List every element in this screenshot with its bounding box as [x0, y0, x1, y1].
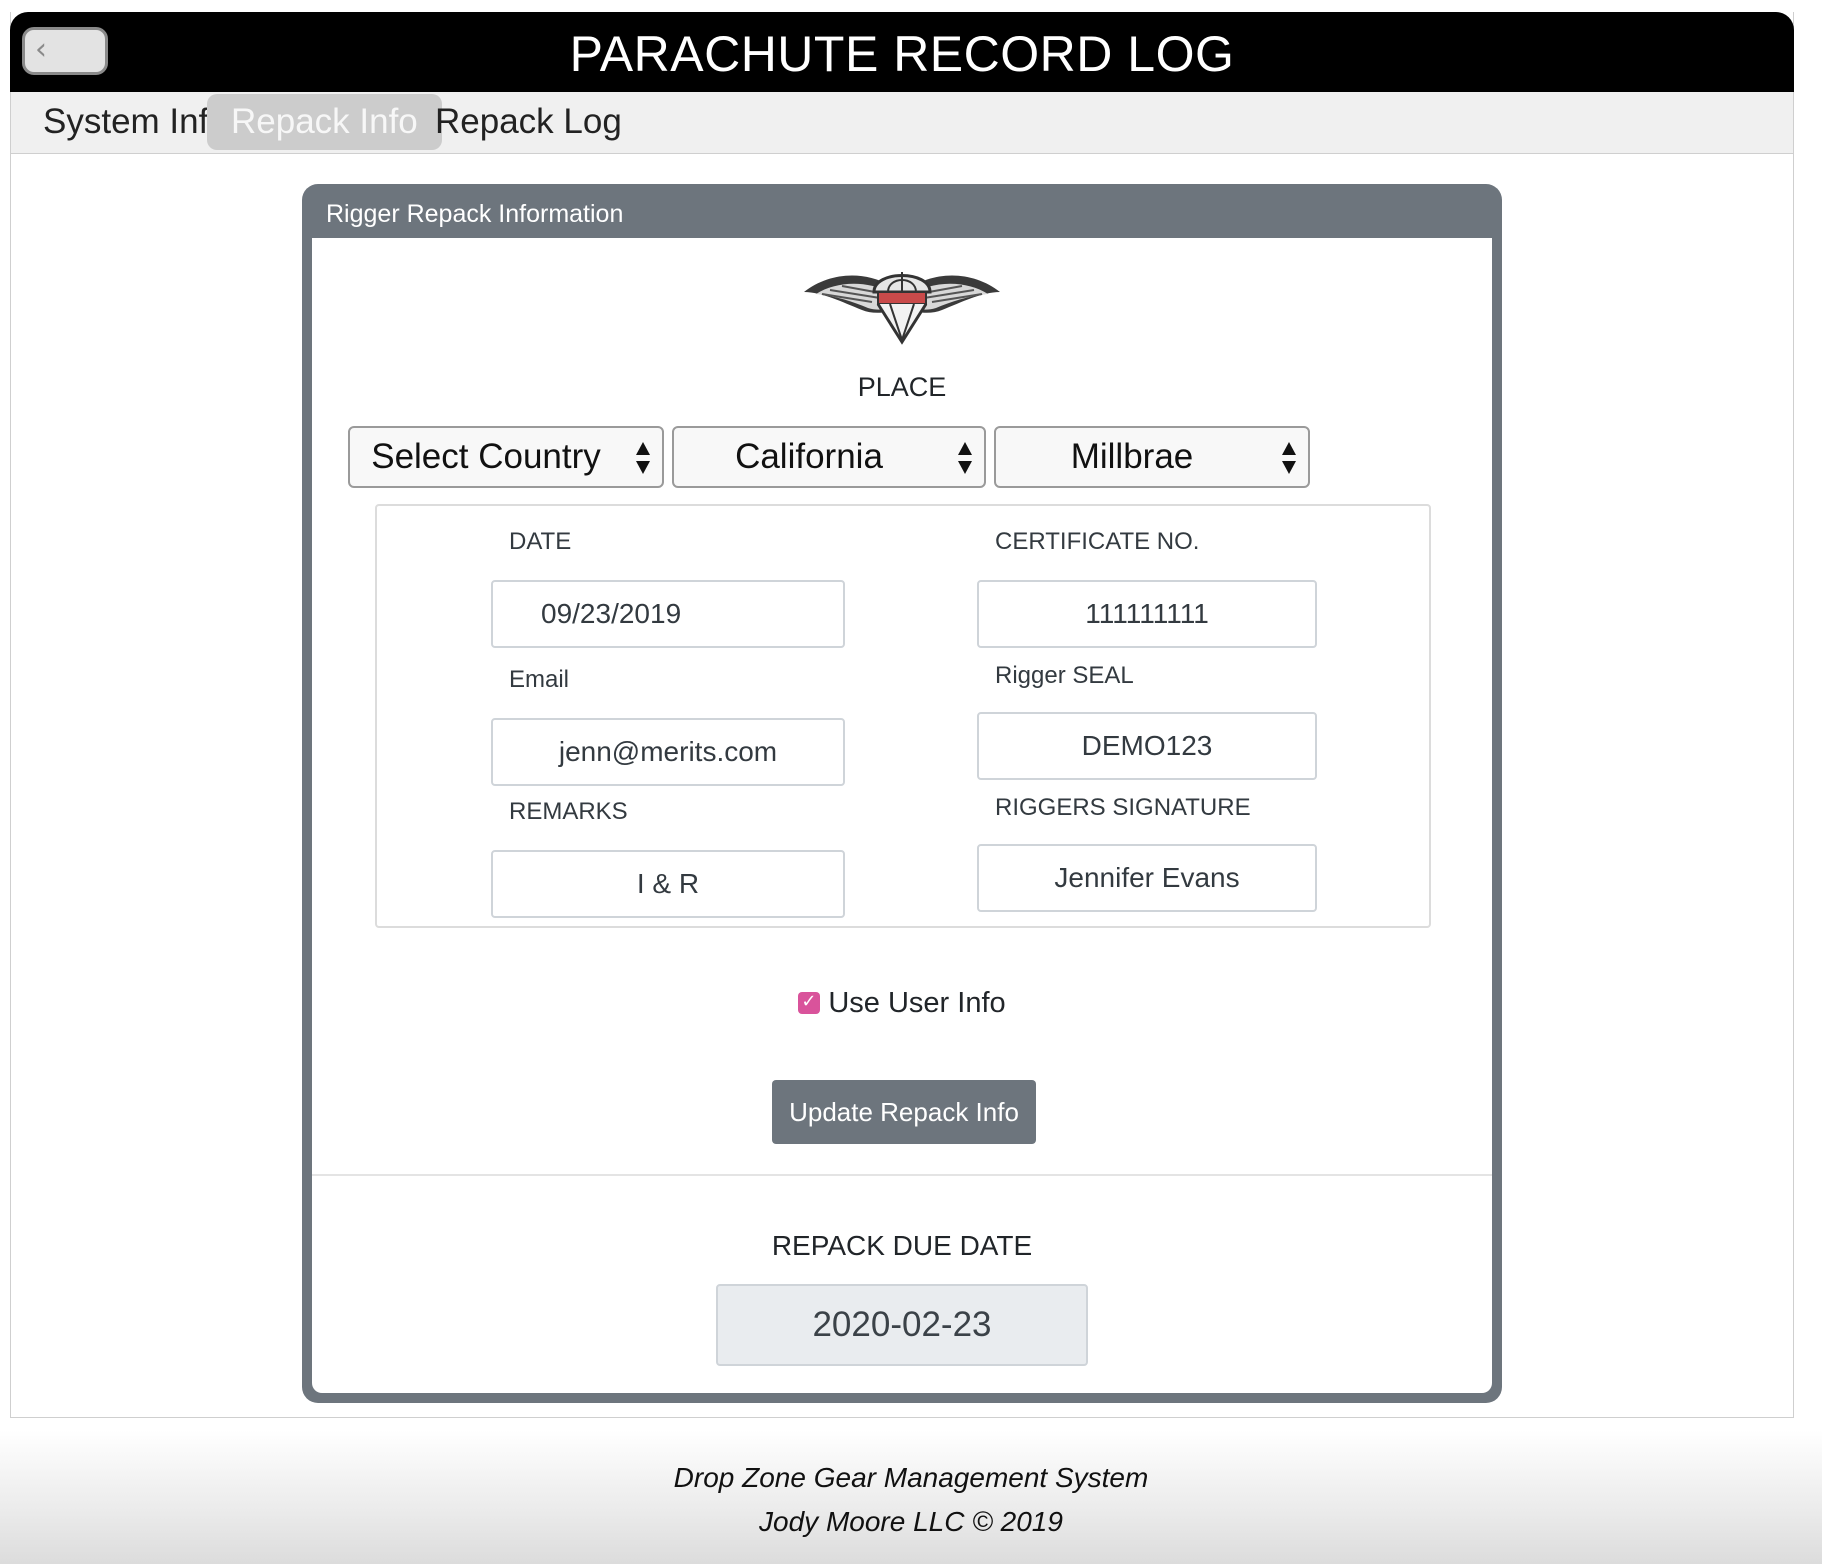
- remarks-label: REMARKS: [509, 798, 628, 825]
- certificate-input[interactable]: 111111111: [977, 580, 1317, 648]
- date-label: DATE: [509, 528, 572, 555]
- city-select[interactable]: Millbrae: [994, 426, 1310, 488]
- email-label: Email: [509, 666, 570, 693]
- footer: Drop Zone Gear Management System Jody Mo…: [0, 1430, 1822, 1564]
- use-user-info-checkbox[interactable]: ✓: [798, 991, 821, 1014]
- date-input[interactable]: 09/23/2019: [491, 580, 845, 648]
- app-title: PARACHUTE RECORD LOG: [569, 26, 1235, 82]
- footer-system-name: Drop Zone Gear Management System: [673, 1462, 1149, 1493]
- card-header: Rigger Repack Information: [326, 200, 624, 228]
- signature-input[interactable]: Jennifer Evans: [977, 844, 1317, 912]
- certificate-label: CERTIFICATE NO.: [995, 528, 1200, 555]
- checkmark-icon: ✓: [801, 991, 817, 1012]
- seal-input[interactable]: DEMO123: [977, 712, 1317, 780]
- place-label: PLACE: [857, 372, 947, 402]
- remarks-input[interactable]: I & R: [491, 850, 845, 918]
- divider: [312, 1174, 1492, 1176]
- use-user-info-row: ✓ Use User Info: [312, 983, 1492, 1023]
- tab-repack-log[interactable]: Repack Log: [411, 94, 646, 150]
- city-select-value: Millbrae: [1070, 437, 1194, 476]
- footer-copyright: Jody Moore LLC © 2019: [759, 1506, 1063, 1537]
- seal-label: Rigger SEAL: [995, 662, 1134, 689]
- rigger-wings-logo: [802, 262, 1002, 354]
- email-input[interactable]: jenn@merits.com: [491, 718, 845, 786]
- title-bar: ‹ PARACHUTE RECORD LOG: [10, 12, 1794, 92]
- repack-fields-box: DATE 09/23/2019 Email jenn@merits.com RE…: [375, 504, 1431, 928]
- signature-label: RIGGERS SIGNATURE: [995, 794, 1251, 821]
- card-body: PLACE Select Country California Millbrae: [312, 238, 1492, 1393]
- repack-due-date-value: 2020-02-23: [716, 1284, 1088, 1366]
- select-arrows-icon: [636, 442, 650, 474]
- country-select-value: Select Country: [371, 437, 601, 476]
- country-select[interactable]: Select Country: [348, 426, 664, 488]
- select-arrows-icon: [1282, 442, 1296, 474]
- rigger-repack-card: Rigger Repack Information PLACE Select C…: [302, 184, 1502, 1403]
- tab-bar: System Info Repack Info Repack Log: [11, 92, 1793, 154]
- update-repack-info-button[interactable]: Update Repack Info: [772, 1080, 1036, 1144]
- state-select[interactable]: California: [672, 426, 986, 488]
- state-select-value: California: [735, 437, 883, 476]
- repack-due-date-label: REPACK DUE DATE: [771, 1230, 1033, 1261]
- tab-repack-info[interactable]: Repack Info: [207, 94, 442, 150]
- select-arrows-icon: [958, 442, 972, 474]
- use-user-info-label: Use User Info: [828, 987, 1006, 1019]
